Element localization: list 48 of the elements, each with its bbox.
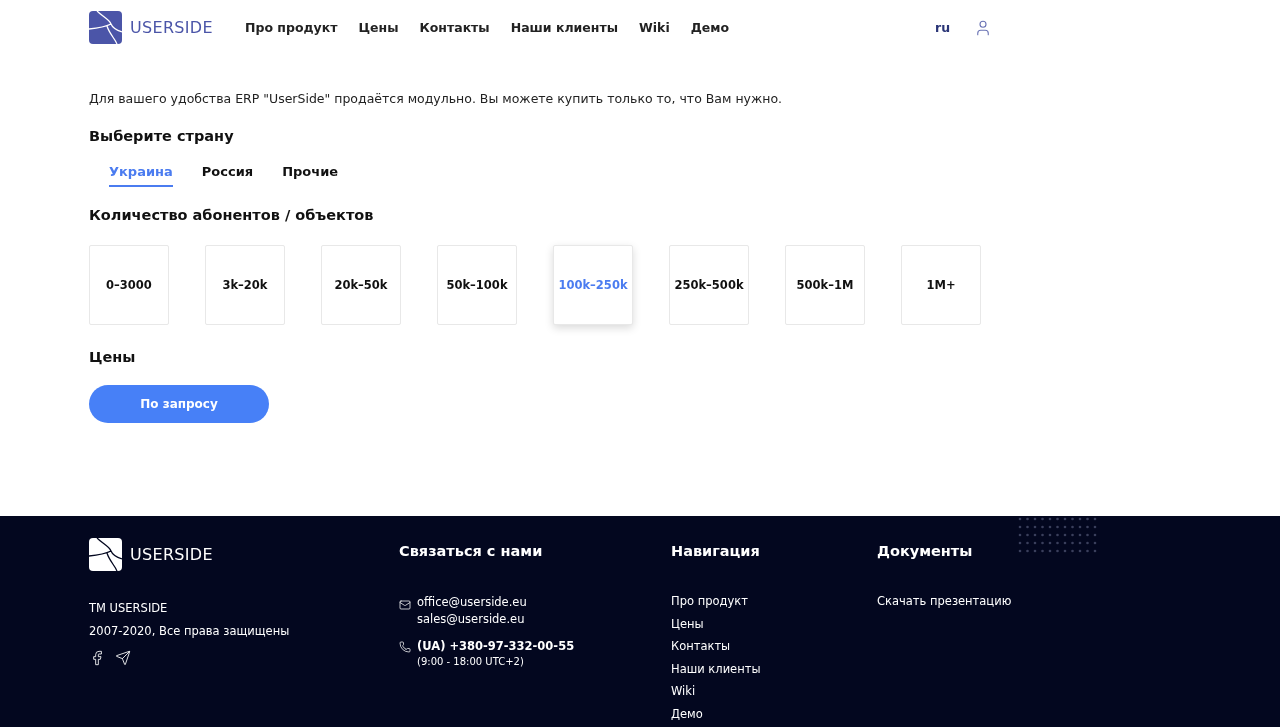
document-link[interactable]: Скачать презентацию bbox=[877, 590, 1012, 613]
subscriber-option[interactable]: 0–3000 bbox=[89, 245, 169, 325]
subscriber-option[interactable]: 100k–250k bbox=[553, 245, 633, 325]
subscriber-option[interactable]: 20k–50k bbox=[321, 245, 401, 325]
subscriber-option[interactable]: 3k–20k bbox=[205, 245, 285, 325]
footer-nav-link[interactable]: Wiki bbox=[671, 680, 761, 703]
footer-nav-link[interactable]: Контакты bbox=[671, 635, 761, 658]
logo-icon bbox=[89, 538, 122, 571]
intro-text: Для вашего удобства ERP "UserSide" продаётся модульно. Вы можете купить только то, что Вам нужно. bbox=[89, 91, 782, 106]
email-link[interactable]: office@userside.eu bbox=[417, 594, 527, 611]
working-hours: (9:00 - 18:00 UTC+2) bbox=[417, 655, 525, 668]
footer-nav-link[interactable]: Про продукт bbox=[671, 590, 761, 613]
footer-nav-link[interactable]: Демо bbox=[671, 702, 761, 725]
logo-text: USERSIDE bbox=[130, 545, 213, 564]
email-link[interactable]: sales@userside.eu bbox=[417, 611, 527, 628]
section-title: Выберите страну bbox=[89, 128, 234, 144]
price-request-button[interactable]: По запросу bbox=[89, 385, 269, 423]
footer-heading: Документы bbox=[877, 543, 973, 559]
language-switch[interactable]: ru bbox=[935, 20, 951, 35]
nav-link[interactable]: Демо bbox=[690, 20, 730, 35]
country-tab[interactable]: Прочие bbox=[282, 164, 339, 187]
country-tab[interactable]: Россия bbox=[201, 164, 254, 187]
nav-link[interactable]: Наши клиенты bbox=[510, 20, 618, 35]
nav-link[interactable]: Про продукт bbox=[245, 20, 338, 35]
subscriber-option[interactable]: 1M+ bbox=[901, 245, 981, 325]
subscriber-option[interactable]: 50k–100k bbox=[437, 245, 517, 325]
nav-link[interactable]: Wiki bbox=[639, 20, 670, 35]
nav-link[interactable]: Контакты bbox=[419, 20, 490, 35]
logo[interactable]: USERSIDE bbox=[89, 11, 245, 44]
footer-heading: Навигация bbox=[671, 543, 760, 559]
phone-icon bbox=[399, 641, 411, 653]
footer-logo[interactable]: USERSIDE bbox=[89, 538, 245, 571]
nav-link[interactable]: Цены bbox=[358, 20, 399, 35]
section-title: Количество абонентов / объектов bbox=[89, 207, 374, 223]
logo-icon bbox=[89, 11, 122, 44]
subscriber-option[interactable]: 500k–1M bbox=[785, 245, 865, 325]
country-tab[interactable]: Украина bbox=[109, 164, 173, 187]
telegram-icon[interactable] bbox=[115, 650, 131, 666]
trademark-text: TM USERSIDE bbox=[89, 600, 168, 617]
subscriber-option[interactable]: 250k–500k bbox=[669, 245, 749, 325]
footer-nav-link[interactable]: Наши клиенты bbox=[671, 657, 761, 680]
mail-icon bbox=[399, 599, 411, 611]
footer-nav-link[interactable]: Цены bbox=[671, 612, 761, 635]
section-title: Цены bbox=[89, 349, 136, 365]
logo-text: USERSIDE bbox=[130, 18, 213, 37]
phone-link[interactable]: (UA) +380-97-332-00-55 bbox=[417, 638, 575, 655]
footer-heading: Связаться с нами bbox=[399, 543, 543, 559]
copyright-text: 2007-2020, Все права защищены bbox=[89, 622, 290, 640]
